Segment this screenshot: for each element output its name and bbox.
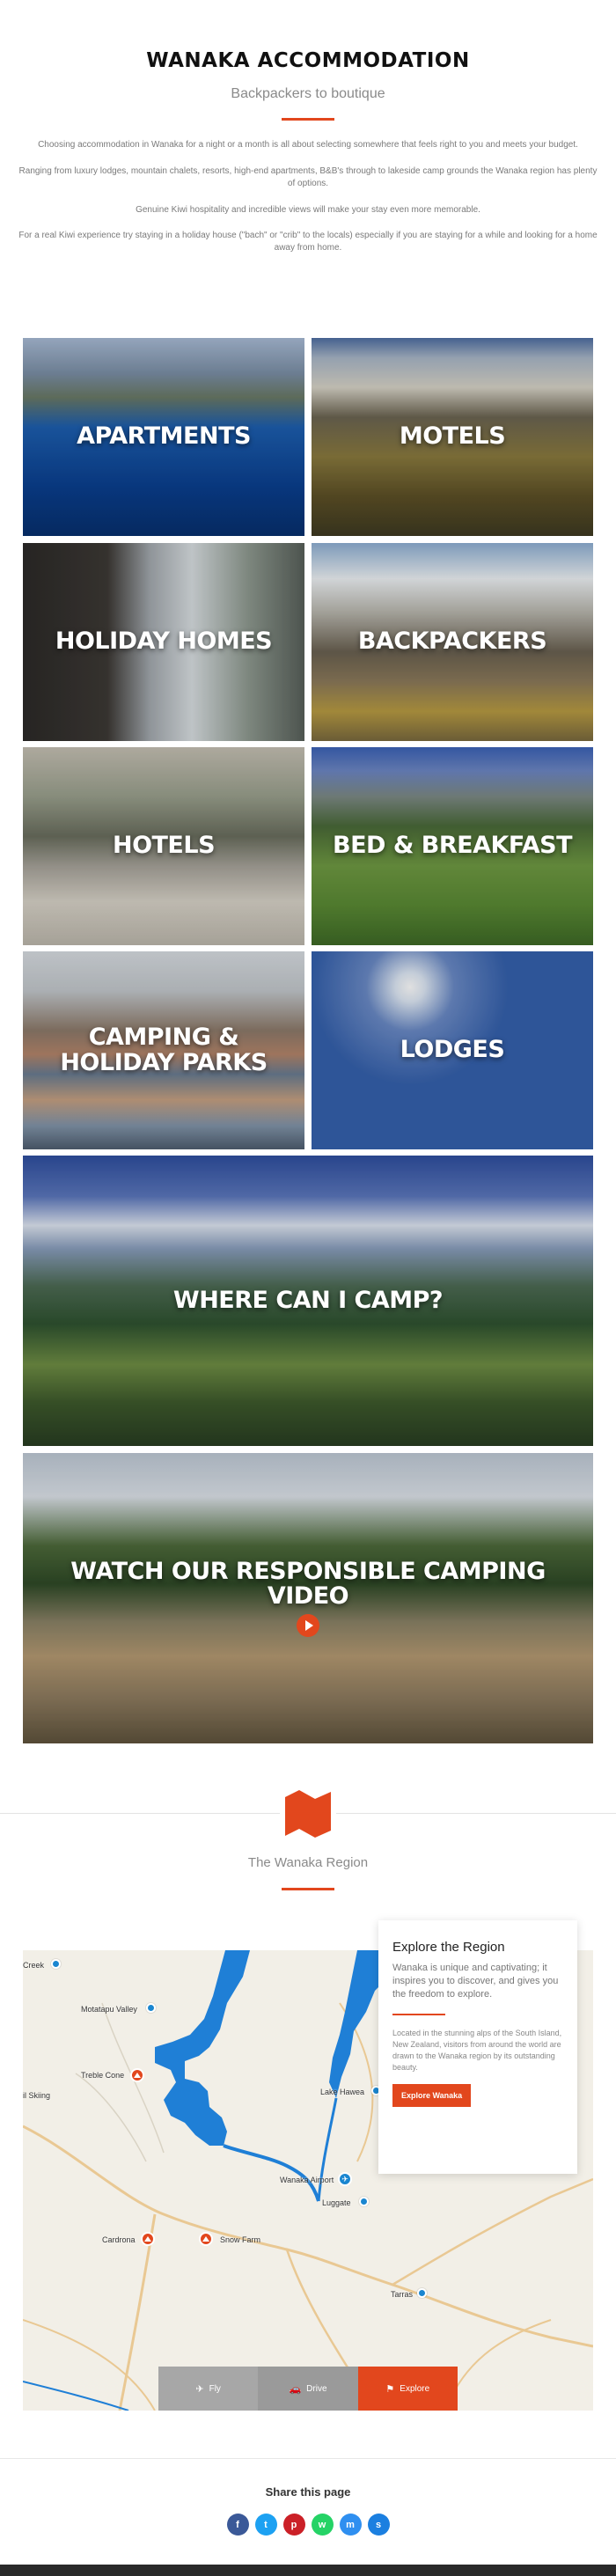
twitter-share-button[interactable]: t — [254, 2514, 277, 2536]
intro-paragraph-2: Ranging from luxury lodges, mountain cha… — [18, 166, 598, 188]
tab-drive-label: Drive — [306, 2383, 327, 2394]
map-label-snow-farm: Snow Farm — [220, 2235, 261, 2244]
explore-body: Located in the stunning alps of the Sout… — [392, 2029, 562, 2072]
tile-label: LODGES — [400, 1036, 505, 1064]
tile-where-can-i-camp[interactable]: WHERE CAN I CAMP? — [23, 1156, 593, 1446]
pinterest-share-button[interactable]: p — [282, 2514, 305, 2536]
tile-holiday-homes[interactable]: HOLIDAY HOMES — [23, 543, 304, 741]
tile-lodges[interactable]: LODGES — [312, 951, 593, 1149]
twitter-icon: t — [264, 2519, 268, 2530]
facebook-icon: f — [236, 2519, 239, 2530]
tile-camping-holiday-parks[interactable]: CAMPING & HOLIDAY PARKS — [23, 951, 304, 1149]
whatsapp-icon: w — [318, 2519, 326, 2530]
sms-icon: s — [375, 2519, 382, 2530]
tile-label: BED & BREAKFAST — [332, 832, 573, 860]
map-label-makarora: Motatapu Valley — [81, 2005, 137, 2014]
tab-drive[interactable]: 🚗 Drive — [258, 2367, 358, 2411]
map-pin-tarras[interactable] — [417, 2288, 427, 2298]
tile-hotels[interactable]: HOTELS — [23, 747, 304, 945]
map-pin-creek[interactable] — [51, 1959, 61, 1969]
page-subtitle: Backpackers to boutique — [231, 86, 385, 101]
car-icon: 🚗 — [289, 2383, 302, 2395]
tile-label: MOTELS — [399, 422, 506, 451]
facebook-share-button[interactable]: f — [226, 2514, 249, 2536]
intro-section: WANAKA ACCOMMODATION Backpackers to bout… — [0, 0, 616, 299]
map-tabs: ✈ Fly 🚗 Drive ⚑ Explore — [158, 2367, 458, 2411]
messenger-icon: m — [346, 2519, 355, 2530]
region-title: The Wanaka Region — [247, 1855, 369, 1870]
tile-label: HOLIDAY HOMES — [55, 627, 273, 656]
tile-responsible-camping-video[interactable]: WATCH OUR RESPONSIBLE CAMPING VIDEO — [23, 1453, 593, 1743]
messenger-share-button[interactable]: m — [339, 2514, 362, 2536]
map-pin-treble-cone[interactable] — [130, 2068, 144, 2082]
map-pin-makarora[interactable] — [146, 2003, 156, 2013]
title-divider — [282, 118, 334, 121]
share-divider — [0, 2458, 616, 2459]
intro-paragraph-4: For a real Kiwi experience try staying i… — [18, 231, 598, 253]
sms-share-button[interactable]: s — [367, 2514, 390, 2536]
tile-label: APARTMENTS — [77, 422, 251, 451]
explore-divider — [392, 2014, 445, 2015]
map-pin-airport[interactable]: ✈ — [338, 2172, 352, 2186]
map-label-lake-hawea: Lake Hawea — [320, 2088, 365, 2096]
map-flag-icon — [280, 1785, 336, 1841]
plane-icon: ✈ — [195, 2383, 204, 2395]
footer-bar — [0, 2565, 616, 2576]
map-label-tarras: Tarras — [391, 2290, 414, 2299]
region-divider — [282, 1888, 334, 1890]
share-buttons: f t p w m s — [0, 2514, 616, 2536]
map-label-skiing: il Skiing — [23, 2091, 51, 2100]
tile-motels[interactable]: MOTELS — [312, 338, 593, 536]
map-label-treble-cone: Treble Cone — [81, 2071, 125, 2080]
share-title: Share this page — [265, 2485, 351, 2499]
map-label-luggate: Luggate — [322, 2198, 351, 2207]
tile-label: CAMPING & HOLIDAY PARKS — [60, 1024, 268, 1076]
tile-apartments[interactable]: APARTMENTS — [23, 338, 304, 536]
tile-label: WATCH OUR RESPONSIBLE CAMPING VIDEO — [70, 1557, 546, 1610]
explore-wanaka-button[interactable]: Explore Wanaka — [392, 2084, 472, 2107]
whatsapp-share-button[interactable]: w — [311, 2514, 334, 2536]
explore-title: Explore the Region — [392, 1940, 505, 1955]
pinterest-icon: p — [290, 2519, 297, 2530]
tile-label: HOTELS — [112, 832, 216, 860]
map-label-airport: Wanaka Airport — [280, 2176, 334, 2184]
tab-explore-label: Explore — [400, 2383, 430, 2394]
page-title: WANAKA ACCOMMODATION — [146, 49, 470, 72]
explore-card: Explore the Region Wanaka is unique and … — [378, 1920, 577, 2174]
map-icon: ⚑ — [385, 2383, 395, 2395]
map-pin-luggate[interactable] — [359, 2197, 369, 2206]
intro-paragraph-3: Genuine Kiwi hospitality and incredible … — [136, 205, 480, 215]
map-label-creek: Creek — [23, 1961, 45, 1970]
map-label-cardrona: Cardrona — [102, 2235, 136, 2244]
map-pin-snow-farm[interactable] — [199, 2232, 213, 2246]
explore-lead: Wanaka is unique and captivating; it ins… — [392, 1963, 559, 2000]
tile-label: WHERE CAN I CAMP? — [172, 1286, 444, 1314]
tab-fly-label: Fly — [209, 2383, 221, 2394]
intro-paragraph-1: Choosing accommodation in Wanaka for a n… — [38, 140, 578, 150]
tile-backpackers[interactable]: BACKPACKERS — [312, 543, 593, 741]
tab-explore[interactable]: ⚑ Explore — [357, 2367, 458, 2411]
map-pin-cardrona[interactable] — [141, 2232, 155, 2246]
tile-bed-and-breakfast[interactable]: BED & BREAKFAST — [312, 747, 593, 945]
map-flag-icon-svg — [285, 1790, 331, 1838]
tile-label: BACKPACKERS — [357, 627, 547, 656]
tab-fly[interactable]: ✈ Fly — [158, 2367, 259, 2411]
